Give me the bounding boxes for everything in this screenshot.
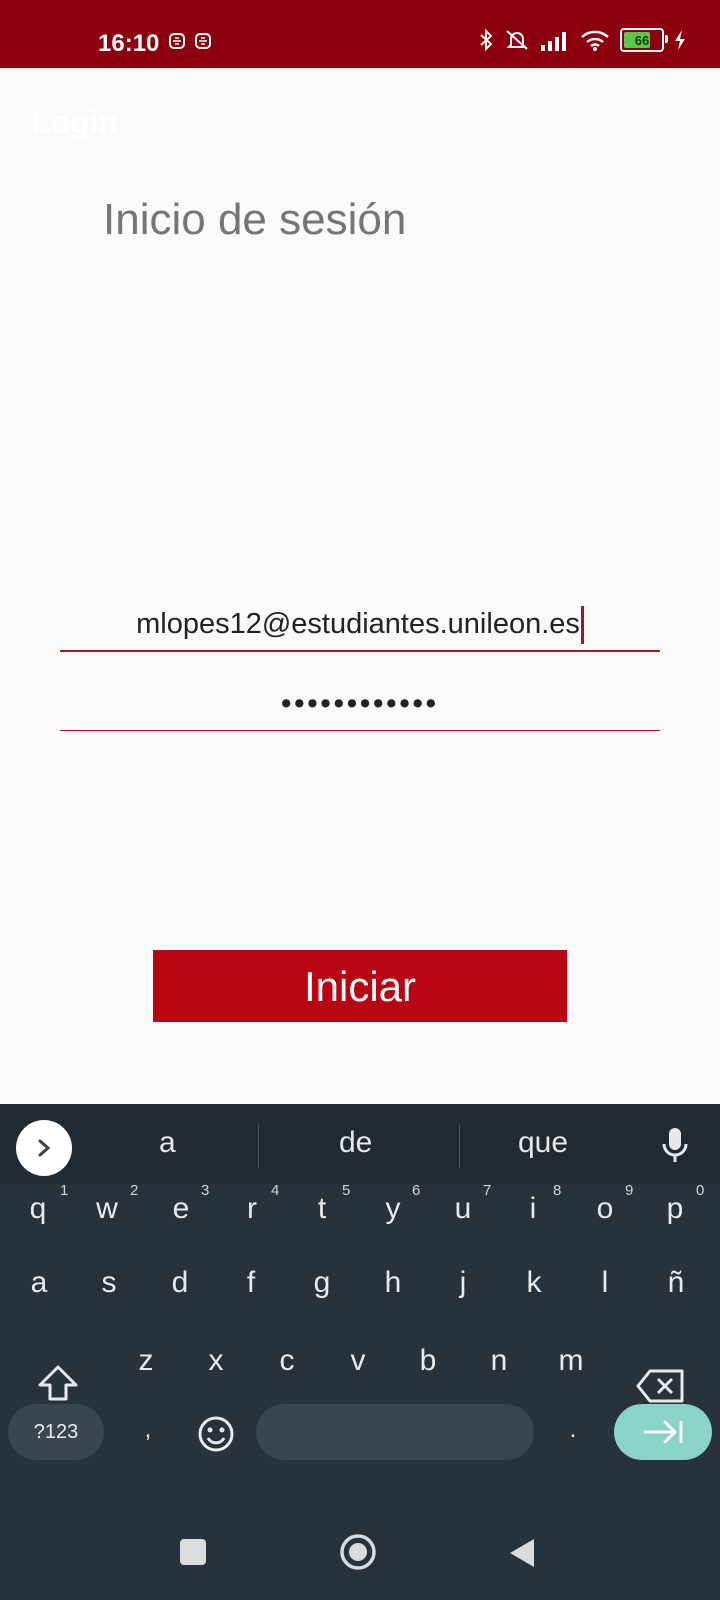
key-hint: 8 [553, 1182, 562, 1199]
key-i[interactable]: i [521, 1192, 545, 1226]
key-l[interactable]: l [593, 1266, 617, 1300]
key-r[interactable]: r [240, 1192, 264, 1226]
emoji-icon[interactable] [196, 1414, 236, 1454]
key-hint: 3 [201, 1182, 210, 1199]
notification-icons [168, 32, 212, 50]
suggestion-2[interactable]: de [339, 1126, 372, 1160]
battery-cap [665, 35, 668, 43]
system-nav-bar [0, 1500, 720, 1600]
mic-icon[interactable] [660, 1126, 690, 1166]
key-q[interactable]: q [26, 1192, 50, 1226]
backspace-icon[interactable] [636, 1369, 686, 1403]
key-z[interactable]: z [134, 1344, 158, 1378]
key-s[interactable]: s [97, 1266, 121, 1300]
status-icons: 66 [478, 28, 686, 52]
charging-icon [675, 30, 685, 50]
app-title: Login [31, 104, 119, 140]
key-n-tilde[interactable]: ñ [664, 1266, 688, 1300]
key-hint: 1 [60, 1182, 69, 1199]
key-j[interactable]: j [451, 1266, 475, 1300]
key-b[interactable]: b [416, 1344, 440, 1378]
page-heading: Inicio de sesión [103, 195, 407, 244]
key-u[interactable]: u [451, 1192, 475, 1226]
password-mask: •••••••••••• [281, 688, 439, 720]
key-a[interactable]: a [27, 1266, 51, 1300]
key-hint: 5 [342, 1182, 351, 1199]
key-period[interactable]: . [563, 1416, 583, 1444]
password-field[interactable]: •••••••••••• [60, 684, 660, 731]
notification-icon [169, 33, 185, 49]
suggestion-bar: a de que [0, 1104, 720, 1184]
key-n[interactable]: n [487, 1344, 511, 1378]
key-e[interactable]: e [169, 1192, 193, 1226]
battery-icon: 66 [620, 28, 668, 52]
key-hint: 6 [412, 1182, 421, 1199]
status-time: 16:10 [98, 30, 160, 57]
key-t[interactable]: t [310, 1192, 334, 1226]
shift-icon[interactable] [36, 1364, 80, 1404]
next-field-button[interactable] [614, 1404, 712, 1460]
key-x[interactable]: x [204, 1344, 228, 1378]
login-button[interactable]: Iniciar [153, 950, 567, 1022]
status-bar: 16:10 66 [0, 0, 720, 68]
key-w[interactable]: w [93, 1192, 121, 1226]
key-p[interactable]: p [663, 1192, 687, 1226]
key-comma[interactable]: , [138, 1416, 158, 1444]
expand-toolbar-button[interactable] [16, 1120, 72, 1176]
key-f[interactable]: f [239, 1266, 263, 1300]
home-icon[interactable] [338, 1532, 378, 1572]
silent-icon [506, 30, 528, 50]
notification-icon [195, 33, 211, 49]
bluetooth-icon [480, 28, 493, 52]
suggestion-divider [258, 1124, 259, 1168]
key-m[interactable]: m [558, 1344, 584, 1378]
chevron-right-icon [38, 1139, 51, 1157]
battery-level: 66 [634, 32, 650, 48]
email-value: mlopes12@estudiantes.unileon.es [136, 608, 580, 640]
key-hint: 4 [271, 1182, 280, 1199]
space-bar[interactable] [256, 1404, 534, 1460]
key-hint: 9 [625, 1182, 634, 1199]
back-icon[interactable] [508, 1537, 536, 1569]
key-d[interactable]: d [168, 1266, 192, 1300]
recent-apps-icon[interactable] [179, 1538, 207, 1566]
key-v[interactable]: v [346, 1344, 370, 1378]
key-c[interactable]: c [275, 1344, 299, 1378]
symbols-label: ?123 [33, 1420, 79, 1443]
tab-next-icon [643, 1420, 683, 1444]
email-field[interactable]: mlopes12@estudiantes.unileon.es [60, 598, 660, 652]
symbols-key[interactable]: ?123 [8, 1404, 104, 1460]
suggestion-1[interactable]: a [159, 1126, 176, 1160]
signal-icon [541, 32, 566, 51]
key-k[interactable]: k [522, 1266, 546, 1300]
suggestion-divider [459, 1124, 460, 1168]
wifi-icon [581, 30, 609, 51]
key-h[interactable]: h [381, 1266, 405, 1300]
text-cursor [580, 606, 584, 645]
key-g[interactable]: g [310, 1266, 334, 1300]
key-y[interactable]: y [381, 1192, 405, 1226]
suggestion-3[interactable]: que [518, 1126, 568, 1160]
key-hint: 0 [696, 1182, 705, 1199]
key-hint: 2 [130, 1182, 139, 1199]
key-hint: 7 [483, 1182, 492, 1199]
key-o[interactable]: o [593, 1192, 617, 1226]
